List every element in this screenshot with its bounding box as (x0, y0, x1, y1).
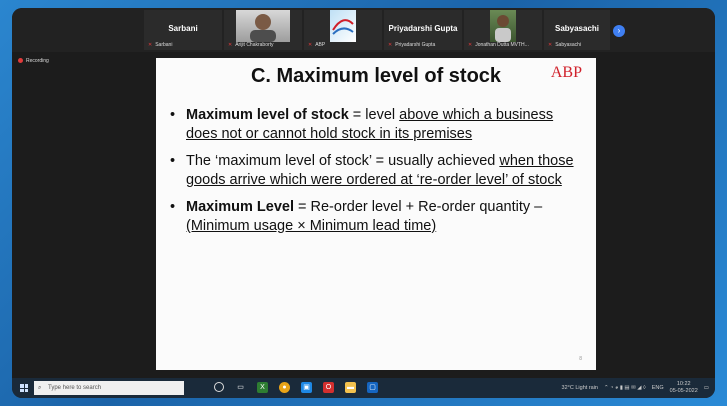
mic-muted-icon: ✕ (148, 42, 153, 48)
bullet-1-term: Maximum level of stock (186, 107, 349, 123)
app-icon[interactable]: ▢ (367, 382, 378, 393)
recording-indicator: Recording (18, 58, 49, 64)
bullet-3-term: Maximum Level (186, 199, 294, 215)
tray-icons[interactable]: ⌃ ◔ ◕ ▮ ▤ ✉ ◢ ◊ (604, 385, 646, 391)
clock-date: 05-05-2022 (669, 388, 698, 394)
participant-tile[interactable]: Priyadarshi Gupta ✕ Priyadarshi Gupta (384, 10, 462, 50)
excel-icon[interactable]: X (257, 382, 268, 393)
participant-video (236, 10, 290, 42)
slide-logo: ABP (550, 64, 582, 81)
participant-video (490, 10, 516, 42)
notifications-icon[interactable]: ▭ (704, 385, 709, 391)
clock-time: 10:22 (676, 381, 691, 387)
person-icon (495, 15, 511, 42)
participant-subname: Sarbani (155, 42, 173, 48)
search-placeholder: Type here to search (48, 385, 102, 391)
participant-tile[interactable]: Sabyasachi ✕ Sabyasachi (544, 10, 610, 50)
meeting-window: Sarbani ✕ Sarbani ✕ Arijit Chakraborty ✕ AB… (12, 8, 715, 398)
recording-label: Recording (26, 58, 49, 64)
slide-page-number: 8 (579, 356, 582, 362)
chevron-right-icon: › (617, 26, 621, 35)
participant-subname: Sabyasachi (555, 42, 582, 48)
clock[interactable]: 10:22 05-05-2022 (670, 381, 698, 395)
bullet-2-text: The ‘maximum level of stock’ = usually a… (186, 153, 500, 169)
participant-tile[interactable]: Sarbani ✕ Sarbani (144, 10, 222, 50)
taskbar: ⌕ Type here to search ▭ X ● ▣ O ▬ ▢ 32°C … (12, 378, 715, 398)
participant-subname: Arijit Chakraborty (235, 42, 274, 48)
participant-name: Priyadarshi Gupta (388, 24, 458, 33)
participants-strip: Sarbani ✕ Sarbani ✕ Arijit Chakraborty ✕ AB… (12, 8, 715, 52)
participant-subname: Priyadarshi Gupta (395, 42, 436, 48)
slide-bullets: Maximum level of stock = level above whi… (168, 106, 588, 244)
participant-subname: Jonathan Dutta MVTH... (475, 42, 529, 48)
participant-tile[interactable]: ✕ Jonathan Dutta MVTH... (464, 10, 542, 50)
system-tray: 32°C Light rain ⌃ ◔ ◕ ▮ ▤ ✉ ◢ ◊ ENG 10:2… (562, 378, 709, 398)
meet-icon[interactable]: ▣ (301, 382, 312, 393)
bullet-2: The ‘maximum level of stock’ = usually a… (168, 152, 588, 190)
language-indicator[interactable]: ENG (652, 385, 664, 391)
taskbar-apps: ▭ X ● ▣ O ▬ ▢ (214, 382, 378, 393)
logo-icon (332, 19, 354, 35)
participant-subname: ABP (315, 42, 326, 48)
chrome-icon[interactable]: ● (279, 382, 290, 393)
mic-muted-icon: ✕ (468, 42, 473, 48)
weather-status[interactable]: 32°C Light rain (562, 385, 598, 391)
participant-logo-video (330, 10, 356, 42)
task-view-icon[interactable]: ▭ (235, 382, 246, 393)
folder-icon[interactable]: ▬ (345, 382, 356, 393)
shared-slide: C. Maximum level of stock ABP Maximum le… (156, 58, 596, 370)
taskbar-search-input[interactable]: ⌕ Type here to search (34, 381, 184, 395)
opera-icon[interactable]: O (323, 382, 334, 393)
bullet-1-text: = level (348, 107, 400, 123)
cortana-icon[interactable] (214, 382, 224, 392)
mic-muted-icon: ✕ (308, 42, 313, 48)
bullet-1: Maximum level of stock = level above whi… (168, 106, 588, 144)
participant-tile[interactable]: ✕ Arijit Chakraborty (224, 10, 302, 50)
mic-muted-icon: ✕ (548, 42, 553, 48)
mic-muted-icon: ✕ (228, 42, 233, 48)
bullet-3-underlined: (Minimum usage × Minimum lead time) (186, 218, 437, 234)
slide-title: C. Maximum level of stock (250, 65, 502, 87)
participant-name: Sarbani (168, 24, 198, 33)
recording-dot-icon (18, 58, 23, 64)
search-icon: ⌕ (38, 385, 42, 391)
bullet-3: Maximum Level = Re-order level + Re-orde… (168, 198, 588, 236)
person-icon (250, 14, 276, 42)
participant-tile[interactable]: ✕ ABP (304, 10, 382, 50)
next-participants-button[interactable]: › (613, 25, 625, 37)
mic-muted-icon: ✕ (388, 42, 393, 48)
windows-start-icon[interactable] (20, 384, 28, 392)
bullet-3-text: = Re-order level + Re-order quantity – (294, 199, 543, 215)
participant-name: Sabyasachi (554, 24, 600, 33)
